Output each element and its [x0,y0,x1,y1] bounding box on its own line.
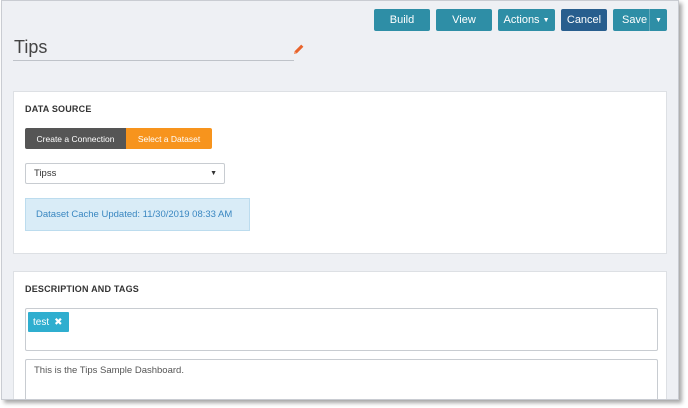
data-source-heading: DATA SOURCE [25,104,92,114]
pencil-icon[interactable] [293,43,305,55]
actions-button[interactable]: Actions ▼ [498,9,555,31]
dataset-cache-status: Dataset Cache Updated: 11/30/2019 08:33 … [25,198,250,231]
dataset-select-value: Tipss [34,168,57,179]
caret-down-icon: ▼ [210,170,217,177]
dataset-select[interactable]: Tipss ▼ [25,163,225,184]
data-source-panel: DATA SOURCE Create a Connection Select a… [13,91,667,254]
save-button[interactable]: Save [613,14,649,26]
view-button[interactable]: View [436,9,492,31]
chevron-down-icon: ▼ [655,16,662,24]
tags-input[interactable]: test ✖ [25,308,658,351]
page-title: Tips [14,37,48,57]
build-button[interactable]: Build [374,9,430,31]
tag-chip: test ✖ [28,312,69,332]
tag-label: test [33,316,50,328]
dashboard-title-field[interactable]: Tips [13,35,294,61]
app-window: Build View Actions ▼ Cancel Save ▼ Tips … [1,0,679,400]
create-connection-tab[interactable]: Create a Connection [25,128,126,149]
cancel-button[interactable]: Cancel [561,9,607,31]
save-dropdown-toggle[interactable]: ▼ [649,9,667,31]
actions-label: Actions [503,14,540,26]
description-textarea[interactable]: This is the Tips Sample Dashboard. [25,359,658,399]
description-tags-heading: DESCRIPTION AND TAGS [25,284,140,294]
remove-tag-icon[interactable]: ✖ [54,317,62,328]
toolbar: Build View Actions ▼ Cancel Save ▼ [374,9,667,31]
save-split-button: Save ▼ [613,9,667,31]
chevron-down-icon: ▼ [542,16,550,24]
data-source-segmented-control: Create a Connection Select a Dataset [25,128,212,149]
description-tags-panel: DESCRIPTION AND TAGS test ✖ This is the … [13,271,667,399]
select-dataset-tab[interactable]: Select a Dataset [126,128,212,149]
